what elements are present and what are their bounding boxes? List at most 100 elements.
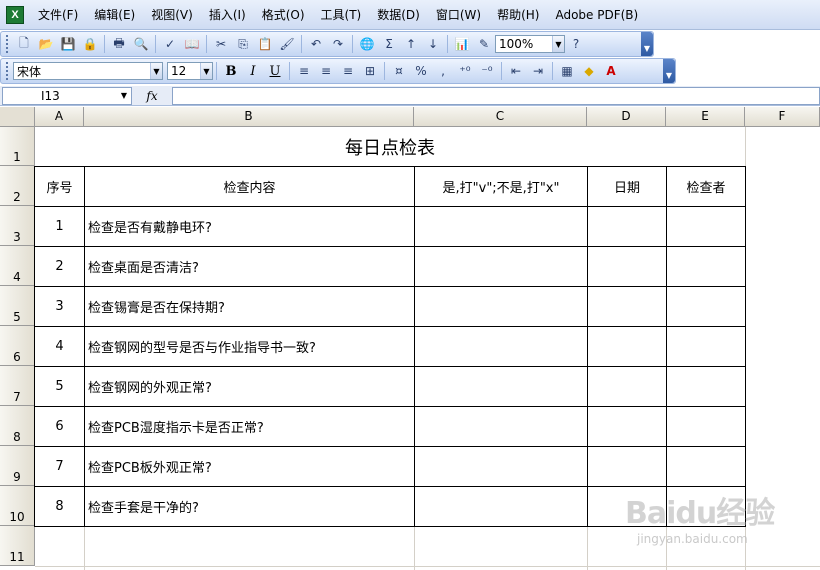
row-number[interactable]: 5	[34, 366, 85, 407]
increase-indent-icon[interactable]: ⇥	[527, 60, 549, 82]
row-inspector-cell[interactable]	[666, 446, 746, 487]
column-header-f[interactable]: F	[745, 107, 820, 127]
insert-function-icon[interactable]: fx	[132, 89, 172, 103]
comma-style-button[interactable]: ,	[432, 60, 454, 82]
font-color-icon[interactable]: A	[600, 60, 622, 82]
row-content[interactable]: 检查钢网的型号是否与作业指导书一致?	[84, 326, 415, 367]
row-number[interactable]: 8	[34, 486, 85, 527]
row-inspector-cell[interactable]	[666, 366, 746, 407]
menu-format[interactable]: 格式(O)	[254, 0, 313, 30]
row-content[interactable]: 检查PCB湿度指示卡是否正常?	[84, 406, 415, 447]
row-check-cell[interactable]	[414, 486, 588, 527]
toolbar-options-icon[interactable]: ▼	[641, 32, 653, 56]
excel-app-icon[interactable]: X	[6, 5, 24, 24]
row-header-2[interactable]: 2	[0, 166, 35, 206]
row-check-cell[interactable]	[414, 326, 588, 367]
row-header-10[interactable]: 10	[0, 486, 35, 526]
save-icon[interactable]: 💾	[57, 33, 79, 55]
menu-tools[interactable]: 工具(T)	[313, 0, 370, 30]
row-number[interactable]: 1	[34, 206, 85, 247]
row-date-cell[interactable]	[587, 286, 667, 327]
menu-help[interactable]: 帮助(H)	[489, 0, 547, 30]
format-painter-icon[interactable]: 🖌	[276, 33, 298, 55]
menu-insert[interactable]: 插入(I)	[201, 0, 254, 30]
sheet-title[interactable]: 每日点检表	[35, 127, 745, 167]
spelling-icon[interactable]: ✓	[159, 33, 181, 55]
row-content[interactable]: 检查PCB板外观正常?	[84, 446, 415, 487]
merge-center-icon[interactable]: ⊞	[359, 60, 381, 82]
row-content[interactable]: 检查手套是干净的?	[84, 486, 415, 527]
menu-file[interactable]: 文件(F)	[30, 0, 86, 30]
column-header-d[interactable]: D	[587, 107, 666, 127]
column-header-a[interactable]: A	[35, 107, 84, 127]
row-check-cell[interactable]	[414, 206, 588, 247]
align-right-icon[interactable]: ≡	[337, 60, 359, 82]
row-header-5[interactable]: 5	[0, 286, 35, 326]
chevron-down-icon[interactable]: ▼	[200, 63, 212, 79]
menu-data[interactable]: 数据(D)	[369, 0, 428, 30]
header-inspector[interactable]: 检查者	[666, 166, 746, 207]
column-header-c[interactable]: C	[414, 107, 587, 127]
align-left-icon[interactable]: ≡	[293, 60, 315, 82]
row-check-cell[interactable]	[414, 286, 588, 327]
fill-color-icon[interactable]: ◆	[578, 60, 600, 82]
font-name-select[interactable]: 宋体 ▼	[13, 62, 163, 80]
open-folder-icon[interactable]: 📂	[35, 33, 57, 55]
row-date-cell[interactable]	[587, 366, 667, 407]
row-check-cell[interactable]	[414, 246, 588, 287]
row-check-cell[interactable]	[414, 366, 588, 407]
bold-button[interactable]: B	[220, 60, 242, 82]
row-number[interactable]: 6	[34, 406, 85, 447]
drawing-icon[interactable]: ✎	[473, 33, 495, 55]
row-header-7[interactable]: 7	[0, 366, 35, 406]
row-check-cell[interactable]	[414, 446, 588, 487]
row-header-6[interactable]: 6	[0, 326, 35, 366]
row-inspector-cell[interactable]	[666, 246, 746, 287]
menu-adobe-pdf[interactable]: Adobe PDF(B)	[547, 0, 646, 30]
toolbar-grip[interactable]	[4, 62, 10, 80]
underline-button[interactable]: U	[264, 60, 286, 82]
row-inspector-cell[interactable]	[666, 326, 746, 367]
increase-decimal-icon[interactable]: ⁺⁰	[454, 60, 476, 82]
row-number[interactable]: 3	[34, 286, 85, 327]
row-header-8[interactable]: 8	[0, 406, 35, 446]
header-content[interactable]: 检查内容	[84, 166, 415, 207]
research-icon[interactable]: 📖	[181, 33, 203, 55]
formula-input[interactable]	[172, 86, 820, 105]
toolbar-grip[interactable]	[4, 35, 10, 53]
toolbar-options-icon[interactable]: ▼	[663, 59, 675, 83]
chevron-down-icon[interactable]: ▼	[552, 36, 564, 52]
menu-view[interactable]: 视图(V)	[143, 0, 201, 30]
row-inspector-cell[interactable]	[666, 406, 746, 447]
print-icon[interactable]: 🖶	[108, 33, 130, 55]
percent-button[interactable]: %	[410, 60, 432, 82]
row-header-1[interactable]: 1	[0, 127, 35, 166]
paste-icon[interactable]: 📋	[254, 33, 276, 55]
italic-button[interactable]: I	[242, 60, 264, 82]
row-date-cell[interactable]	[587, 406, 667, 447]
row-header-3[interactable]: 3	[0, 206, 35, 246]
row-check-cell[interactable]	[414, 406, 588, 447]
row-header-9[interactable]: 9	[0, 446, 35, 486]
redo-icon[interactable]: ↷	[327, 33, 349, 55]
currency-icon[interactable]: ¤	[388, 60, 410, 82]
cut-icon[interactable]: ✂	[210, 33, 232, 55]
row-number[interactable]: 7	[34, 446, 85, 487]
permission-icon[interactable]: 🔒	[79, 33, 101, 55]
row-inspector-cell[interactable]	[666, 286, 746, 327]
row-content[interactable]: 检查是否有戴静电环?	[84, 206, 415, 247]
chart-wizard-icon[interactable]: 📊	[451, 33, 473, 55]
name-box[interactable]: I13 ▼	[2, 86, 132, 105]
align-center-icon[interactable]: ≡	[315, 60, 337, 82]
sort-descending-icon[interactable]: ↓	[422, 33, 444, 55]
column-header-e[interactable]: E	[666, 107, 745, 127]
chevron-down-icon[interactable]: ▼	[117, 91, 131, 100]
font-size-select[interactable]: 12 ▼	[167, 62, 213, 80]
menu-window[interactable]: 窗口(W)	[428, 0, 489, 30]
select-all-corner[interactable]	[0, 107, 35, 127]
row-date-cell[interactable]	[587, 326, 667, 367]
menu-edit[interactable]: 编辑(E)	[86, 0, 143, 30]
help-icon[interactable]: ?	[565, 33, 587, 55]
header-check[interactable]: 是,打"v";不是,打"x"	[414, 166, 588, 207]
row-date-cell[interactable]	[587, 246, 667, 287]
